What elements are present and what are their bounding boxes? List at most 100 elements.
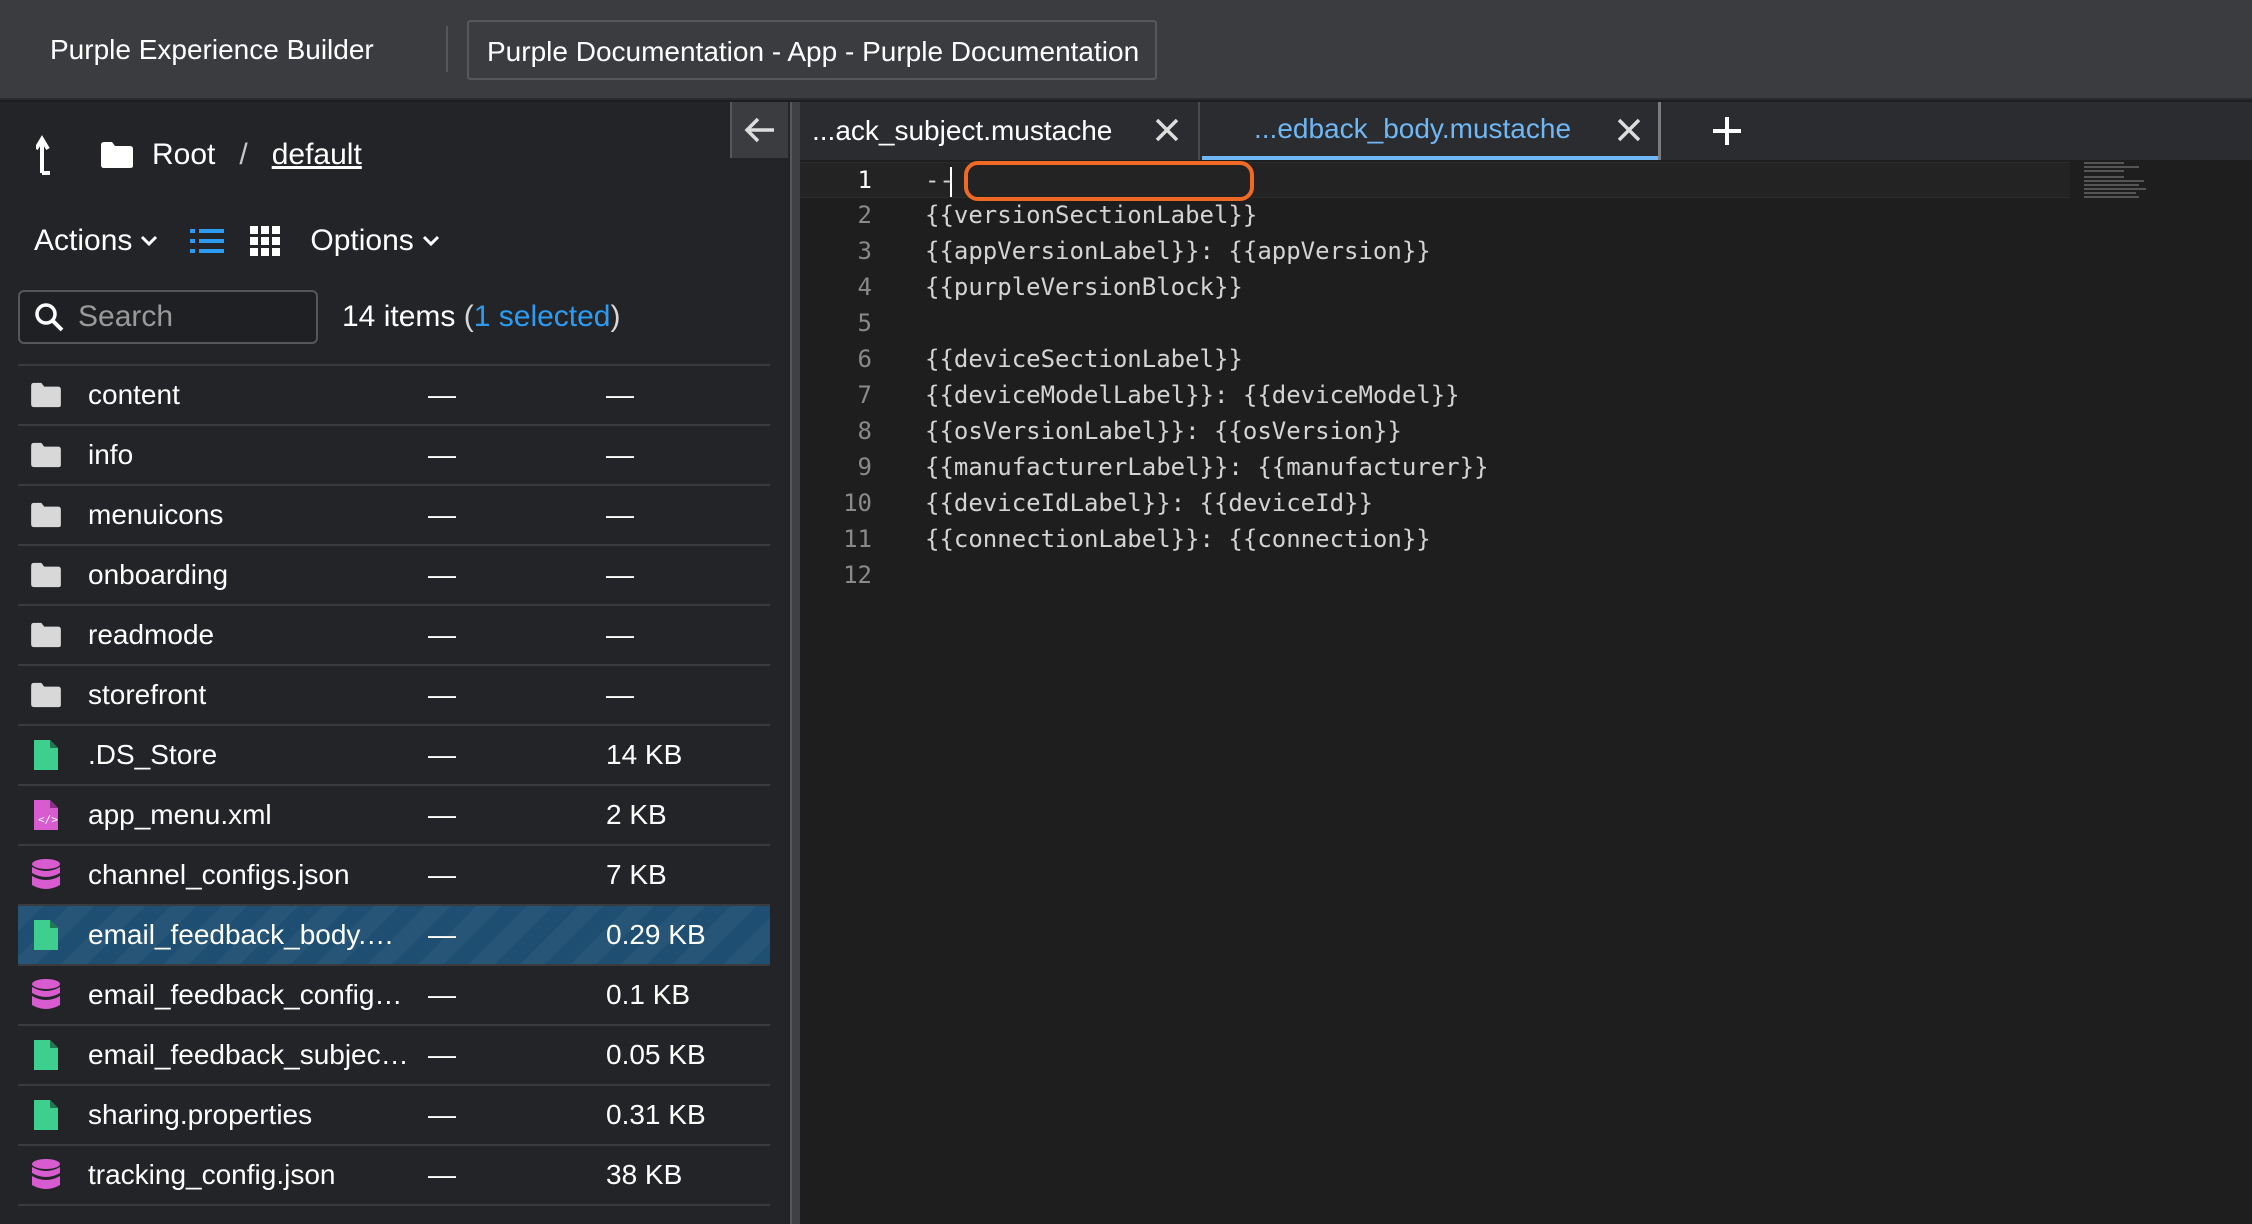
code-line[interactable]: 4 {{purpleVersionBlock}} bbox=[800, 270, 2070, 306]
file-icon bbox=[30, 1039, 62, 1071]
breadcrumb-root[interactable]: Root bbox=[152, 138, 215, 172]
line-number: 2 bbox=[857, 201, 872, 229]
file-modified: — bbox=[428, 439, 456, 470]
code-line[interactable]: 6 {{deviceSectionLabel}} bbox=[800, 342, 2070, 378]
file-row[interactable]: email_feedback_subjec… — 0.05 KB bbox=[18, 1026, 770, 1086]
line-number: 1 bbox=[857, 166, 872, 194]
folder-icon bbox=[30, 679, 62, 711]
folder-icon bbox=[101, 142, 133, 168]
code-line[interactable]: 7 {{deviceModelLabel}}: {{deviceModel}} bbox=[800, 378, 2070, 414]
file-row[interactable]: </> app_menu.xml — 2 KB bbox=[18, 786, 770, 846]
code-line[interactable]: 10 {{deviceIdLabel}}: {{deviceId}} bbox=[800, 486, 2070, 522]
code-line[interactable]: 12 bbox=[800, 558, 2070, 594]
file-row[interactable]: channel_configs.json — 7 KB bbox=[18, 846, 770, 906]
file-row[interactable]: sharing.properties — 0.31 KB bbox=[18, 1086, 770, 1146]
editor-tab-bar: ...ack_subject.mustache ...edback_body.m… bbox=[800, 102, 2252, 160]
code-line[interactable]: 1 -- bbox=[800, 161, 2070, 201]
close-icon[interactable] bbox=[1616, 117, 1642, 143]
file-modified: — bbox=[428, 919, 456, 950]
breadcrumb-current[interactable]: default bbox=[272, 138, 362, 172]
line-number: 10 bbox=[843, 489, 872, 517]
actions-label: Actions bbox=[34, 224, 133, 257]
file-modified: — bbox=[428, 859, 456, 890]
line-number: 12 bbox=[843, 561, 872, 589]
file-modified: — bbox=[428, 499, 456, 530]
file-name: email_feedback_body.… bbox=[88, 919, 395, 950]
app-title[interactable]: Purple Experience Builder bbox=[50, 34, 374, 66]
file-row[interactable]: storefront — — bbox=[18, 666, 770, 726]
line-text: {{manufacturerLabel}}: {{manufacturer}} bbox=[925, 453, 1489, 481]
item-count: 14 items (1 selected) bbox=[342, 300, 621, 334]
line-text: {{deviceSectionLabel}} bbox=[925, 345, 1243, 373]
list-view-icon[interactable] bbox=[190, 227, 225, 255]
go-up-icon[interactable] bbox=[36, 135, 70, 175]
folder-icon bbox=[30, 499, 62, 531]
grid-view-icon[interactable] bbox=[250, 226, 281, 256]
line-number: 9 bbox=[857, 453, 872, 481]
actions-menu-button[interactable]: Actions bbox=[34, 224, 158, 258]
file-row[interactable]: readmode — — bbox=[18, 606, 770, 666]
code-line[interactable]: 8 {{osVersionLabel}}: {{osVersion}} bbox=[800, 414, 2070, 450]
file-name: .DS_Store bbox=[88, 739, 218, 770]
top-separator bbox=[446, 26, 448, 72]
selected-count-link[interactable]: 1 selected bbox=[474, 300, 611, 333]
code-area[interactable]: 1 -- 2 {{versionSectionLabel}} 3 {{appVersion… bbox=[800, 160, 2252, 1224]
options-menu-button[interactable]: Options bbox=[310, 224, 439, 258]
file-name: onboarding bbox=[88, 559, 229, 590]
collapse-panel-button[interactable] bbox=[730, 102, 788, 158]
file-row[interactable]: content — — bbox=[18, 366, 770, 426]
breadcrumb: Root / default bbox=[36, 130, 362, 180]
search-icon bbox=[35, 303, 64, 332]
file-name: info bbox=[88, 439, 134, 470]
chevron-down-icon bbox=[422, 235, 439, 247]
line-number: 3 bbox=[857, 237, 872, 265]
folder-icon bbox=[30, 439, 62, 471]
items-count-label: 14 items bbox=[342, 300, 456, 333]
close-paren: ) bbox=[610, 300, 621, 333]
file-modified: — bbox=[428, 1099, 456, 1130]
editor-tab-label: ...ack_subject.mustache bbox=[812, 115, 1113, 146]
file-name: email_feedback_subjec… bbox=[88, 1039, 409, 1070]
file-size: 38 KB bbox=[606, 1159, 683, 1190]
line-text: {{versionSectionLabel}} bbox=[925, 201, 1258, 229]
file-row[interactable]: info — — bbox=[18, 426, 770, 486]
file-name: content bbox=[88, 379, 180, 410]
file-size: 0.31 KB bbox=[606, 1099, 706, 1130]
open-paren: ( bbox=[463, 300, 474, 333]
file-row[interactable]: email_feedback_body.… — 0.29 KB bbox=[18, 906, 770, 966]
code-editor: ...ack_subject.mustache ...edback_body.m… bbox=[800, 102, 2252, 1224]
code-line[interactable]: 9 {{manufacturerLabel}}: {{manufacturer}} bbox=[800, 450, 2070, 486]
add-tab-icon[interactable] bbox=[1710, 114, 1744, 148]
file-size: — bbox=[606, 499, 634, 530]
svg-text:</>: </> bbox=[38, 813, 58, 826]
file-size: — bbox=[606, 559, 634, 590]
file-row[interactable]: email_feedback_config… — 0.1 KB bbox=[18, 966, 770, 1026]
top-bar: Purple Experience Builder Purple Documen… bbox=[0, 0, 2252, 100]
document-tab[interactable]: Purple Documentation - App - Purple Docu… bbox=[467, 20, 1157, 80]
file-row[interactable]: tracking_config.json — 38 KB bbox=[18, 1146, 770, 1206]
file-row[interactable]: .DS_Store — 14 KB bbox=[18, 726, 770, 786]
close-icon[interactable] bbox=[1154, 117, 1180, 143]
search-input[interactable] bbox=[78, 300, 298, 334]
editor-tab-subject[interactable]: ...ack_subject.mustache bbox=[800, 102, 1200, 160]
editor-tab-body[interactable]: ...edback_body.mustache bbox=[1202, 102, 1660, 160]
line-text: {{appVersionLabel}}: {{appVersion}} bbox=[925, 237, 1431, 265]
line-number: 11 bbox=[843, 525, 872, 553]
highlight-annotation bbox=[964, 161, 1254, 201]
minimap[interactable] bbox=[2084, 162, 2164, 202]
database-icon bbox=[30, 1159, 62, 1191]
code-line[interactable]: 11 {{connectionLabel}}: {{connection}} bbox=[800, 522, 2070, 558]
code-line[interactable]: 2 {{versionSectionLabel}} bbox=[800, 198, 2070, 234]
folder-icon bbox=[30, 379, 62, 411]
file-size: — bbox=[606, 679, 634, 710]
options-label: Options bbox=[310, 224, 414, 257]
code-line[interactable]: 3 {{appVersionLabel}}: {{appVersion}} bbox=[800, 234, 2070, 270]
line-text: {{purpleVersionBlock}} bbox=[925, 273, 1243, 301]
file-row[interactable]: menuicons — — bbox=[18, 486, 770, 546]
file-row[interactable]: onboarding — — bbox=[18, 546, 770, 606]
panel-splitter[interactable] bbox=[790, 102, 800, 1224]
code-line[interactable]: 5 bbox=[800, 306, 2070, 342]
file-modified: — bbox=[428, 979, 456, 1010]
file-icon bbox=[30, 739, 62, 771]
line-text: {{connectionLabel}}: {{connection}} bbox=[925, 525, 1431, 553]
